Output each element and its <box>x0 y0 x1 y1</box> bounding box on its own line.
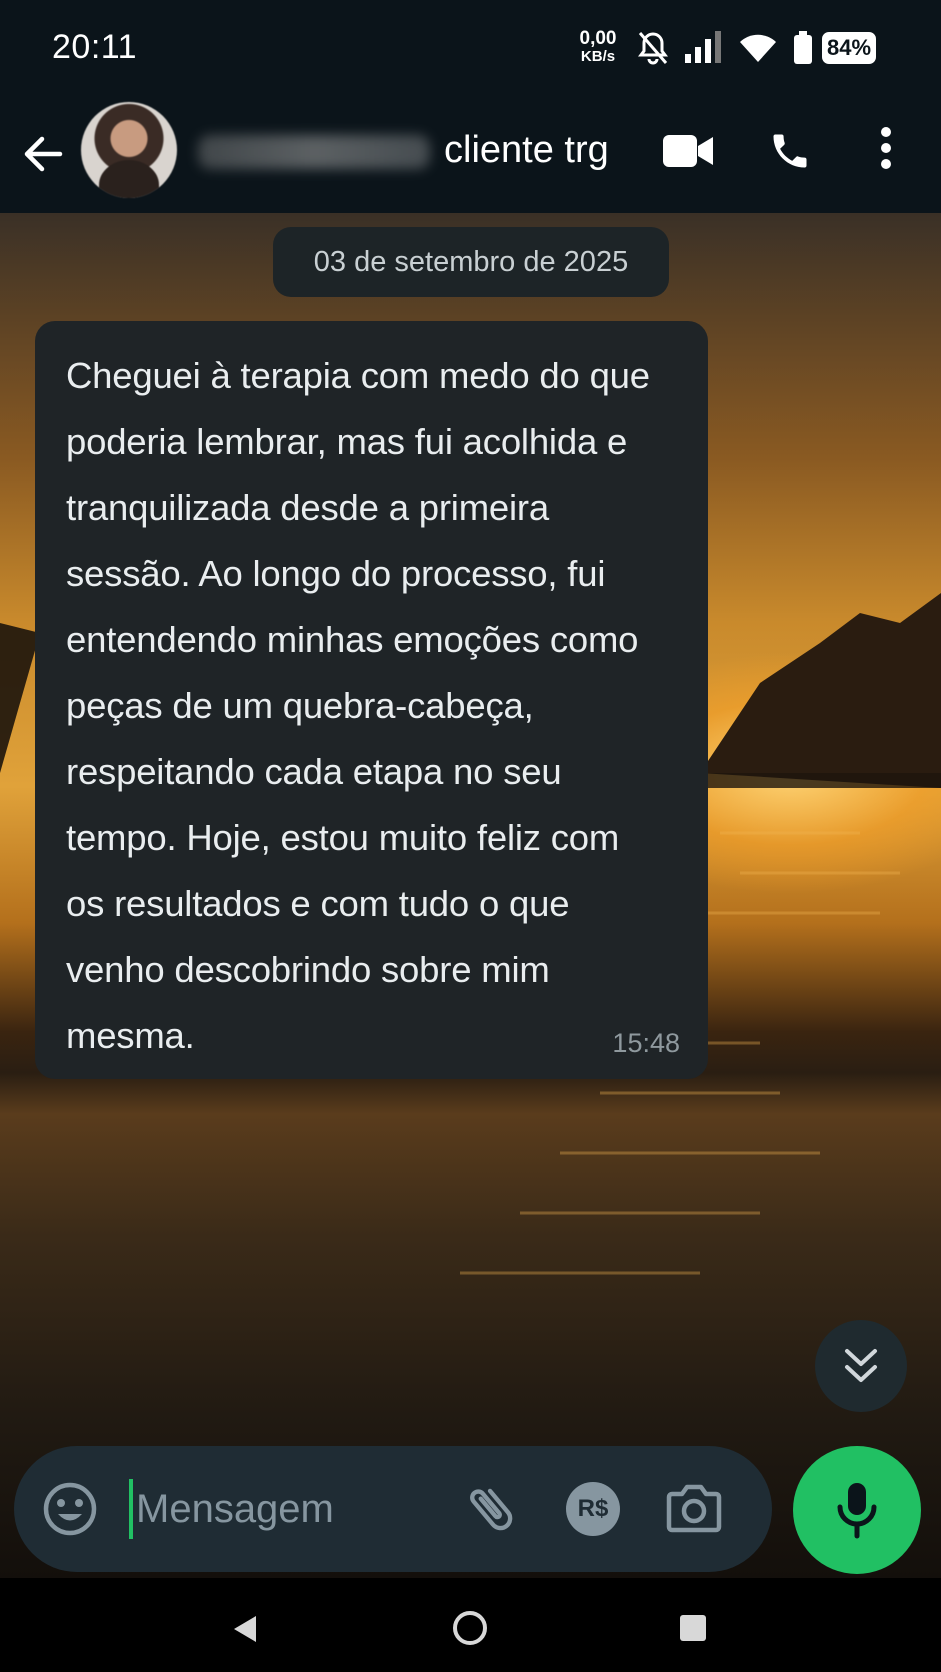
message-time: 15:48 <box>612 1028 680 1058</box>
battery-icon <box>794 31 812 64</box>
emoji-icon[interactable] <box>42 1481 98 1537</box>
message-text: Cheguei à terapia com medo do que poderi… <box>66 355 650 1056</box>
chat-header: cliente trg <box>0 95 941 213</box>
double-chevron-down-icon <box>845 1349 877 1382</box>
scroll-to-bottom-button[interactable] <box>815 1320 907 1412</box>
message-bubble[interactable]: Cheguei à terapia com medo do que poderi… <box>35 321 708 1079</box>
bell-off-icon <box>638 32 668 65</box>
network-speed: 0,00 KB/s <box>572 28 624 66</box>
camera-icon[interactable] <box>666 1482 722 1534</box>
network-speed-value: 0,00 <box>579 28 617 49</box>
more-options-icon[interactable] <box>876 125 896 171</box>
recents-nav-icon[interactable] <box>679 1614 707 1642</box>
message-composer: R$ <box>14 1446 772 1572</box>
contact-name-redacted <box>198 135 430 169</box>
back-nav-icon[interactable] <box>230 1614 260 1644</box>
network-speed-unit: KB/s <box>580 48 616 65</box>
status-time: 20:11 <box>52 28 138 66</box>
date-separator: 03 de setembro de 2025 <box>273 227 669 297</box>
phone-call-icon[interactable] <box>768 129 812 173</box>
chat-background: 03 de setembro de 2025 Cheguei à terapia… <box>0 213 941 1578</box>
battery-percent: 84% <box>822 32 876 64</box>
attach-icon[interactable] <box>462 1480 520 1538</box>
payment-icon[interactable]: R$ <box>566 1482 620 1536</box>
back-arrow-icon[interactable] <box>22 133 64 175</box>
avatar[interactable] <box>81 102 177 198</box>
message-input[interactable] <box>130 1474 446 1544</box>
contact-name[interactable]: cliente trg <box>444 129 609 172</box>
status-bar: 20:11 0,00 KB/s 84% <box>0 0 941 95</box>
signal-icon <box>685 31 721 63</box>
mic-icon <box>837 1483 877 1539</box>
mic-button[interactable] <box>793 1446 921 1574</box>
home-nav-icon[interactable] <box>452 1610 488 1646</box>
system-nav-bar <box>0 1578 941 1672</box>
video-call-icon[interactable] <box>662 133 714 169</box>
wifi-icon <box>740 34 776 62</box>
